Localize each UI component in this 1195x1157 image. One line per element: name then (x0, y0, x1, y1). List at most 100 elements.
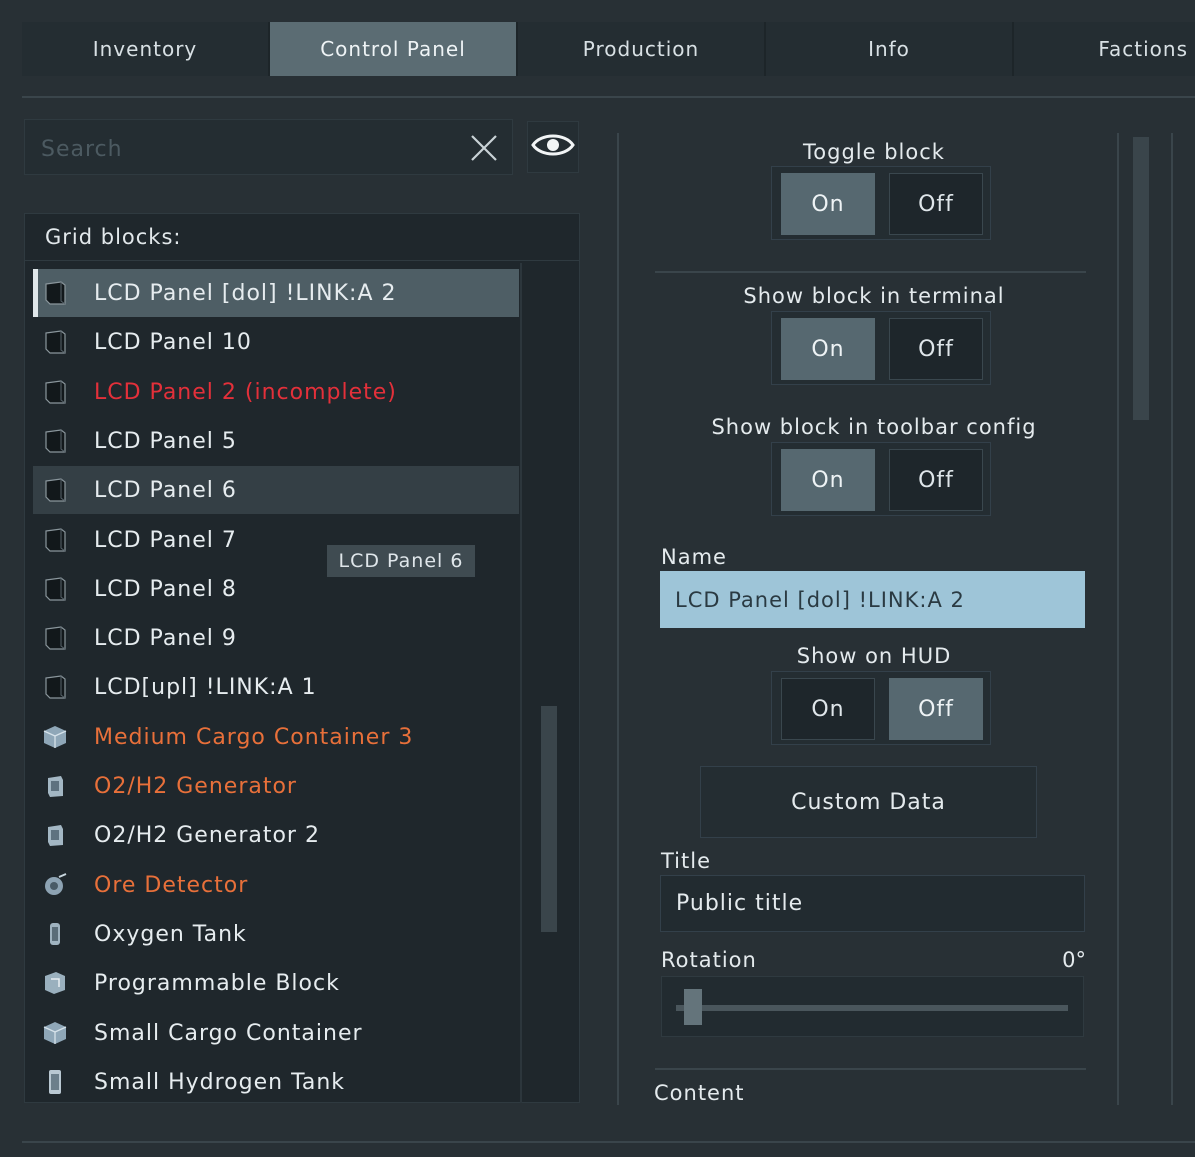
list-item-label: LCD Panel 8 (94, 577, 237, 602)
rotation-slider-handle[interactable] (684, 989, 702, 1025)
show-on-hud-switch: On Off (771, 671, 991, 745)
show-in-terminal-on-button[interactable]: On (781, 318, 875, 380)
list-item[interactable]: LCD Panel 5 (33, 417, 519, 465)
rotation-value: 0° (1062, 948, 1086, 972)
list-item[interactable]: Small Hydrogen Tank (33, 1058, 519, 1106)
lcd-panel-icon (41, 624, 69, 652)
list-item-label: O2/H2 Generator (94, 774, 297, 799)
show-hidden-button[interactable] (527, 121, 579, 173)
section-divider (655, 1068, 1086, 1070)
title-field[interactable]: Public title (660, 875, 1085, 932)
tab-bar: Inventory Control Panel Production Info … (22, 22, 1195, 76)
list-item[interactable]: LCD Panel 10 (33, 318, 519, 366)
eye-icon (531, 130, 575, 164)
list-item[interactable]: LCD Panel 9 (33, 614, 519, 662)
panel-scrollbar-thumb[interactable] (1133, 137, 1149, 420)
lcd-panel-icon (41, 673, 69, 701)
tab-production[interactable]: Production (518, 22, 766, 76)
list-item[interactable]: LCD Panel [dol] !LINK:A 2 (33, 269, 519, 317)
list-item[interactable]: LCD Panel 2 (incomplete) (33, 368, 519, 416)
list-item[interactable]: Small Cargo Container (33, 1009, 519, 1057)
show-on-hud-off-button[interactable]: Off (889, 678, 983, 740)
show-in-terminal-switch: On Off (771, 311, 991, 385)
show-in-terminal-off-button[interactable]: Off (889, 318, 983, 380)
bottom-divider (22, 1141, 1195, 1143)
show-on-hud-label: Show on HUD (796, 644, 952, 668)
oxygen-tank-icon (41, 920, 69, 948)
ore-detector-icon (41, 871, 69, 899)
o2h2-generator-icon (41, 772, 69, 800)
lcd-panel-icon (41, 575, 69, 603)
list-item-label: Oxygen Tank (94, 922, 247, 947)
toggle-block-on-button[interactable]: On (781, 173, 875, 235)
section-divider (655, 271, 1086, 273)
list-item-label: Small Cargo Container (94, 1021, 363, 1046)
list-item-label: O2/H2 Generator 2 (94, 823, 320, 848)
tooltip: LCD Panel 6 (327, 545, 475, 577)
rotation-slider-track (676, 1005, 1068, 1011)
programmable-block-icon (41, 969, 69, 997)
tab-control-panel[interactable]: Control Panel (270, 22, 518, 76)
list-item-label: Programmable Block (94, 971, 340, 996)
show-in-terminal-label: Show block in terminal (743, 284, 1005, 308)
list-item-label: LCD Panel 10 (94, 330, 252, 355)
tab-factions[interactable]: Factions (1014, 22, 1194, 76)
title-label: Title (661, 849, 712, 873)
lcd-panel-icon (41, 427, 69, 455)
hydrogen-tank-icon (41, 1068, 69, 1096)
toggle-block-off-button[interactable]: Off (889, 173, 983, 235)
search-input[interactable] (39, 130, 443, 168)
list-item-label: LCD Panel [dol] !LINK:A 2 (94, 281, 397, 306)
list-item[interactable]: LCD[upl] !LINK:A 1 (33, 663, 519, 711)
list-item-label: LCD Panel 5 (94, 429, 237, 454)
cargo-container-icon (41, 1019, 69, 1047)
lcd-panel-icon (41, 378, 69, 406)
search-box (24, 119, 513, 175)
close-icon[interactable] (466, 130, 502, 166)
tab-inventory[interactable]: Inventory (22, 22, 270, 76)
lcd-panel-icon (41, 279, 69, 307)
list-scrollbar-track (520, 263, 522, 1103)
content-label: Content (654, 1081, 745, 1105)
show-on-hud-on-button[interactable]: On (781, 678, 875, 740)
panel-divider (617, 133, 619, 1105)
panel-scrollbar-track (1117, 133, 1119, 1105)
list-item-label: LCD[upl] !LINK:A 1 (94, 675, 317, 700)
toggle-block-switch: On Off (771, 166, 991, 240)
name-field[interactable]: LCD Panel [dol] !LINK:A 2 (660, 571, 1085, 628)
list-item-label: LCD Panel 2 (incomplete) (94, 380, 397, 405)
list-item-label: Medium Cargo Container 3 (94, 725, 414, 750)
grid-blocks-header: Grid blocks: (24, 213, 580, 261)
rotation-label: Rotation (661, 948, 757, 972)
rotation-slider[interactable] (661, 976, 1084, 1037)
list-item-label: Ore Detector (94, 873, 249, 898)
list-item[interactable]: Oxygen Tank (33, 910, 519, 958)
list-item[interactable]: Ore Detector (33, 861, 519, 909)
show-in-toolbar-label: Show block in toolbar config (711, 415, 1037, 439)
name-label: Name (661, 545, 727, 569)
list-item-label: Small Hydrogen Tank (94, 1070, 346, 1095)
list-item[interactable]: Medium Cargo Container 3 (33, 713, 519, 761)
custom-data-button[interactable]: Custom Data (700, 766, 1037, 838)
grid-blocks-title: Grid blocks: (45, 225, 182, 249)
show-in-toolbar-off-button[interactable]: Off (889, 449, 983, 511)
panel-edge (1171, 133, 1173, 1105)
list-item[interactable]: O2/H2 Generator (33, 762, 519, 810)
toggle-block-label: Toggle block (803, 140, 945, 164)
show-in-toolbar-switch: On Off (771, 442, 991, 516)
tab-info[interactable]: Info (766, 22, 1014, 76)
lcd-panel-icon (41, 328, 69, 356)
lcd-panel-icon (41, 476, 69, 504)
list-item-label: LCD Panel 7 (94, 528, 237, 553)
list-item[interactable]: LCD Panel 6 (33, 466, 519, 514)
tab-divider (22, 96, 1195, 98)
o2h2-generator-icon (41, 821, 69, 849)
lcd-panel-icon (41, 526, 69, 554)
list-scrollbar-thumb[interactable] (541, 706, 557, 932)
list-item[interactable]: Programmable Block (33, 959, 519, 1007)
list-item-label: LCD Panel 6 (94, 478, 237, 503)
show-in-toolbar-on-button[interactable]: On (781, 449, 875, 511)
list-item-label: LCD Panel 9 (94, 626, 237, 651)
cargo-container-icon (41, 723, 69, 751)
list-item[interactable]: O2/H2 Generator 2 (33, 811, 519, 859)
